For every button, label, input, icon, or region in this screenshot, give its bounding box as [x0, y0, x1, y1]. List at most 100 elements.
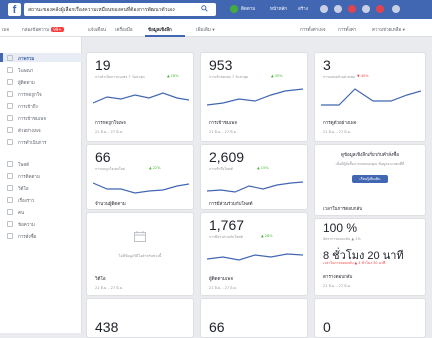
messages-icon [7, 221, 13, 227]
metric-card-2[interactable]: 953 การเข้าชมเพจ 7 วันล่าสุด ▲ 35% การเข… [200, 52, 308, 142]
search-icon[interactable] [201, 5, 208, 12]
sidebar-item-page-previews[interactable]: ตัวอย่างเพจ [18, 127, 78, 134]
sidebar-item-page-views[interactable]: การเข้าชมเพจ [18, 115, 78, 122]
metric-trend: ▲ 15% [257, 166, 269, 170]
tab-tools[interactable]: เครื่องมือ [115, 26, 133, 33]
metric-subtitle: การดำเนินการบนเพจ 7 วันล่าสุด [95, 75, 145, 79]
metric-title[interactable]: การกดถูกใจเพจ [95, 119, 126, 126]
sidebar-item-overview[interactable]: ภาพรวม [18, 55, 78, 62]
people-icon [7, 209, 13, 215]
response-rate-value: 100 % [323, 221, 358, 235]
metric-sparkline [207, 181, 303, 193]
metric-value: 66 [95, 149, 111, 165]
top-navigation-bar: f สถานะของคลังผู้เลือกเรื่องความเหมือนขอ… [0, 0, 432, 19]
tab-page[interactable]: เพจ [2, 26, 9, 33]
metric-sparkline [321, 88, 421, 106]
insights-sidebar: ภาพรวม โฆษณา ผู้ติดตาม การกดถูกใจ การเข้… [0, 37, 82, 333]
metric-date: 21 มิ.ย. - 27 มิ.ย. [95, 130, 123, 134]
sidebar-item-orders[interactable]: การสั่งซื้อ [18, 233, 78, 240]
inbox-count-badge: 99+ [51, 27, 64, 32]
response-card[interactable]: 100 % อัตราการตอบกลับ ▲ 1% 8 ชั่วโมง 20 … [314, 218, 426, 296]
messages-icon[interactable] [334, 5, 342, 13]
metric-trend: ▲ 22% [149, 166, 161, 170]
metric-title[interactable]: วิดีโอ [95, 275, 106, 282]
metric-card-3[interactable]: 3 การแสดงตัวอย่างเพจ ▼ 40% การดูตัวอย่าง… [314, 52, 426, 142]
metric-subtitle: การมีส่วนร่วมกับโพสต์ [209, 235, 243, 239]
metric-subtitle: การเข้าถึงโพสต์ [209, 167, 233, 171]
tab-page-settings[interactable]: การตั้งค่าเพจ [300, 26, 325, 33]
metric-card-7[interactable]: 438 [86, 298, 194, 338]
response-card-title[interactable]: เวลาในการตอบกลับ [323, 205, 362, 212]
metric-card-1[interactable]: 19 การดำเนินการบนเพจ 7 วันล่าสุด ▲ 18% ก… [86, 52, 194, 142]
tab-help[interactable]: ความช่วยเหลือ ▾ [372, 26, 405, 33]
metric-date: 21 มิ.ย. - 27 มิ.ย. [95, 286, 123, 290]
notifications-icon[interactable] [348, 5, 356, 13]
promo-title: ดูข้อมูลเชิงลึกเกี่ยวกับคำสั่งซื้อ [341, 153, 399, 158]
nav-create-link[interactable]: สร้าง [298, 5, 308, 12]
facebook-logo-icon[interactable]: f [8, 3, 21, 16]
metric-title[interactable]: การเข้าชมเพจ [209, 119, 237, 126]
nav-profile-link[interactable]: ติดตาม [241, 5, 255, 12]
metric-title[interactable]: การมีส่วนร่วมกับโพสต์ [209, 200, 253, 207]
sidebar-item-ads[interactable]: โฆษณา [18, 67, 78, 74]
nav-home-link[interactable]: หน้าหลัก [270, 5, 287, 12]
posts-icon [7, 161, 13, 167]
metric-date: 21 มิ.ย. - 27 มิ.ย. [209, 130, 237, 134]
ads-icon [7, 67, 13, 73]
help-icon[interactable] [362, 5, 370, 13]
videos-card[interactable]: ไม่มีข้อมูลวิดีโอสำหรับช่วงนี้ วิดีโอ 21… [86, 212, 194, 296]
learn-more-button[interactable]: เรียนรู้เพิ่มเติม [352, 175, 388, 183]
metric-card-6[interactable]: 1,767 การมีส่วนร่วมกับโพสต์ ▲ 28% ผู้ติด… [200, 212, 308, 296]
search-input[interactable]: สถานะของคลังผู้เลือกเรื่องความเหมือนของค… [24, 3, 216, 16]
reach-icon [7, 103, 13, 109]
video-icon [7, 185, 13, 191]
orders-icon [7, 233, 13, 239]
tab-settings[interactable]: การตั้งค่า [338, 26, 356, 33]
page-previews-icon [7, 127, 13, 133]
tab-inbox[interactable]: กล่องข้อความ 99+ [22, 26, 64, 33]
sidebar-item-stories[interactable]: เรื่องราว [18, 197, 78, 204]
metric-subtitle: การเข้าชมเพจ 7 วันล่าสุด [209, 75, 249, 79]
sidebar-item-messages[interactable]: ข้อความ [18, 221, 78, 228]
metric-sparkline [207, 88, 303, 106]
following-icon [7, 173, 13, 179]
metric-card-9[interactable]: 0 [314, 298, 426, 338]
metric-card-4[interactable]: 66 การกดถูกใจเพจใหม่ ▲ 22% จำนวนผู้ติดตา… [86, 144, 194, 210]
metric-title[interactable]: การดูตัวอย่างเพจ [323, 119, 356, 126]
sidebar-item-posts[interactable]: โพสต์ [18, 161, 78, 168]
sidebar-item-likes[interactable]: การกดถูกใจ [18, 91, 78, 98]
sidebar-item-videos[interactable]: วิดีโอ [18, 185, 78, 192]
page-views-icon [7, 115, 13, 121]
sidebar-item-actions[interactable]: การดำเนินการ [18, 139, 78, 146]
sidebar-item-reach[interactable]: การเข้าถึง [18, 103, 78, 110]
metric-sparkline [207, 253, 303, 261]
promo-description: เมื่อมีผู้สั่งซื้อจากเพจของคุณ ข้อมูลจะแ… [335, 162, 405, 166]
metric-card-5[interactable]: 2,609 การเข้าถึงโพสต์ ▲ 15% การมีส่วนร่ว… [200, 144, 308, 210]
orders-promo-card: ดูข้อมูลเชิงลึกเกี่ยวกับคำสั่งซื้อ เมื่อ… [314, 144, 426, 216]
response-time-subtitle: เวลาในการตอบกลับ ▲ 1 ชั่วโมง 30 นาที [323, 261, 386, 265]
metric-title[interactable]: ตารางตอบกลับ [323, 273, 352, 280]
stories-icon [7, 197, 13, 203]
metric-value: 2,609 [209, 149, 245, 165]
metric-title[interactable]: จำนวนผู้ติดตาม [95, 200, 126, 207]
metric-value: 1,767 [209, 217, 245, 233]
profile-avatar[interactable] [230, 5, 238, 13]
sidebar-item-followers[interactable]: ผู้ติดตาม [18, 79, 78, 86]
metric-date: 21 มิ.ย. - 27 มิ.ย. [323, 130, 351, 134]
friends-icon[interactable] [320, 5, 328, 13]
metric-sparkline [93, 92, 189, 104]
tab-insights[interactable]: ข้อมูลเชิงลึก [148, 26, 172, 33]
sidebar-item-people[interactable]: คน [18, 209, 78, 216]
overview-icon [7, 55, 13, 61]
metric-subtitle: การกดถูกใจเพจใหม่ [95, 167, 126, 171]
metric-title[interactable]: ผู้ติดตามเพจ [209, 275, 233, 282]
tab-inbox-label: กล่องข้อความ [22, 28, 50, 33]
settings-icon[interactable] [392, 5, 400, 13]
tab-more[interactable]: เพิ่มเติม ▾ [196, 26, 215, 33]
alerts-icon[interactable] [376, 5, 384, 13]
tab-notifications[interactable]: แจ้งเตือน [88, 26, 106, 33]
sidebar-item-following[interactable]: การติดตาม [18, 173, 78, 180]
metric-card-8[interactable]: 66 [200, 298, 308, 338]
metric-sparkline [93, 182, 189, 194]
metric-date: 21 มิ.ย. - 27 มิ.ย. [323, 284, 351, 288]
